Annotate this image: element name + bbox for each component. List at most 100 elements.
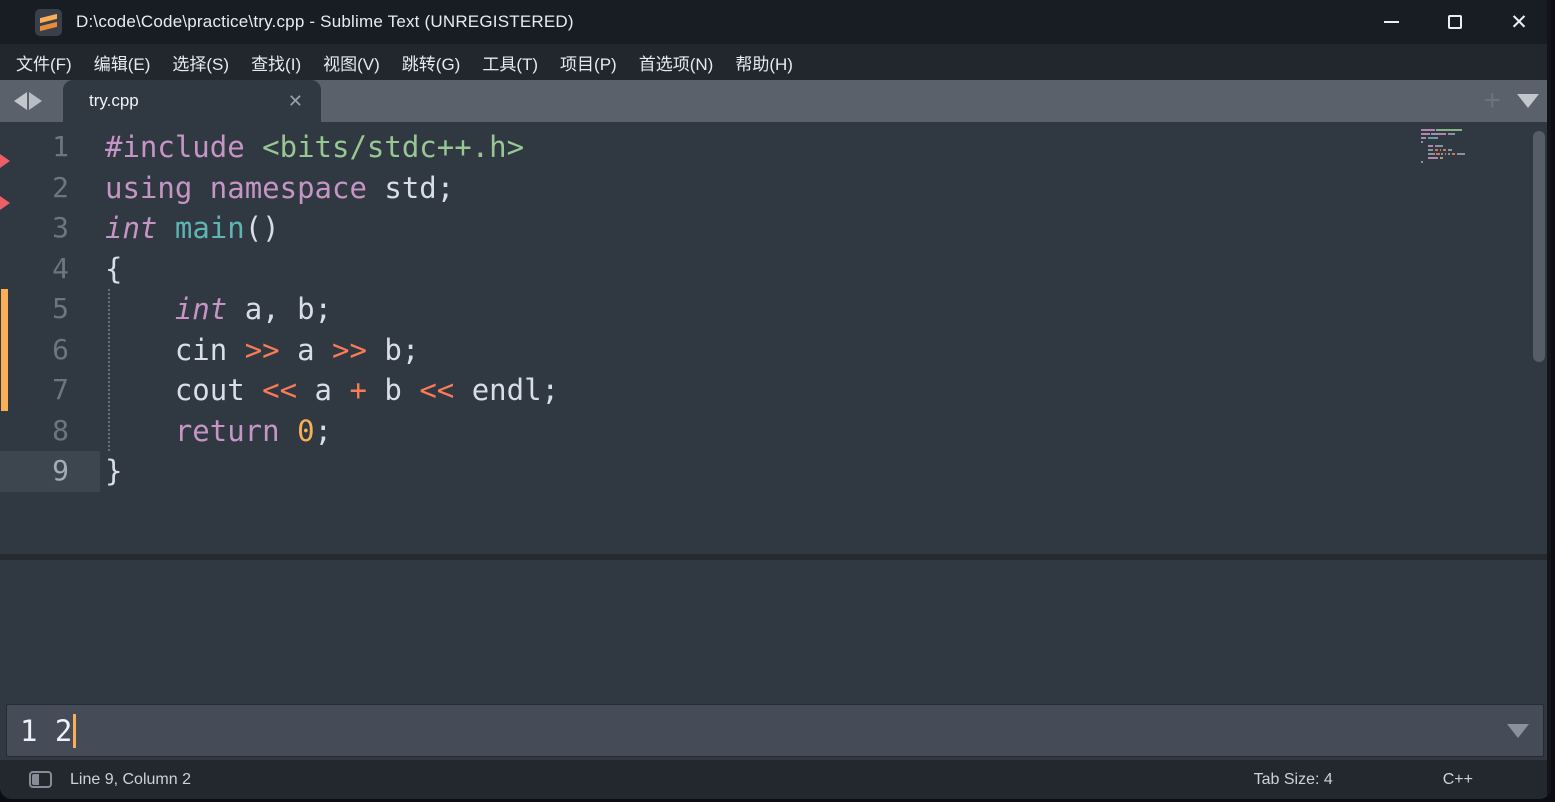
- line-number-4[interactable]: 4: [0, 249, 100, 290]
- code-line-6[interactable]: cin >> a >> b;: [105, 330, 559, 371]
- code-token: {: [105, 251, 123, 286]
- line-number-7[interactable]: 7: [0, 370, 100, 411]
- tab-bar: try.cpp ✕ +: [0, 80, 1551, 122]
- code-token: 0: [297, 413, 315, 448]
- code-line-2[interactable]: using namespace std;: [105, 168, 559, 209]
- code-line-3[interactable]: int main(): [105, 208, 559, 249]
- dropdown-icon[interactable]: [1507, 723, 1529, 738]
- history-back-icon[interactable]: [14, 92, 27, 110]
- line-number-2[interactable]: 2: [0, 168, 100, 209]
- line-number-1[interactable]: 1: [0, 127, 100, 168]
- menu-item-3[interactable]: 查找(I): [240, 45, 312, 80]
- code-line-8[interactable]: return 0;: [105, 411, 559, 452]
- tab-overflow-icon[interactable]: [1517, 94, 1539, 108]
- code-token: endl;: [454, 373, 559, 407]
- code-token: <<: [419, 373, 455, 407]
- code-token: return: [174, 413, 280, 448]
- line-number-5[interactable]: 5: [0, 289, 100, 330]
- minimap[interactable]: [1421, 128, 1475, 164]
- sublime-logo-icon: [35, 8, 62, 36]
- menu-item-2[interactable]: 选择(S): [161, 45, 240, 80]
- line-number-3[interactable]: 3: [0, 208, 100, 249]
- code-token: (): [244, 211, 280, 245]
- menu-item-9[interactable]: 帮助(H): [724, 45, 804, 80]
- code-area[interactable]: #include <bits/stdc++.h> using namespace …: [105, 127, 559, 492]
- text-caret: [73, 713, 77, 748]
- code-token: b: [366, 373, 420, 407]
- sublime-window: D:\code\Code\practice\try.cpp - Sublime …: [0, 0, 1551, 799]
- menu-item-7[interactable]: 项目(P): [549, 45, 628, 80]
- code-line-1[interactable]: #include <bits/stdc++.h>: [105, 127, 559, 168]
- minimize-icon: [1383, 21, 1399, 23]
- window-right-edge: [1547, 0, 1551, 799]
- code-line-9[interactable]: }: [105, 451, 559, 492]
- build-input-field[interactable]: 1 2: [6, 704, 1544, 757]
- menu-item-1[interactable]: 编辑(E): [83, 45, 162, 80]
- sidebar-toggle-icon[interactable]: [29, 771, 52, 788]
- build-input-value: 1 2: [20, 713, 73, 748]
- editor-pane[interactable]: 123456789 #include <bits/stdc++.h> using …: [0, 122, 1551, 554]
- menu-item-6[interactable]: 工具(T): [471, 45, 549, 80]
- window-controls: ✕: [1359, 0, 1551, 44]
- build-output-panel: 1 2: [0, 560, 1551, 760]
- status-syntax[interactable]: C++: [1443, 771, 1473, 789]
- code-token: ;: [314, 413, 333, 448]
- code-token: >>: [332, 332, 367, 367]
- tab-nav: [14, 80, 42, 122]
- status-bar: Line 9, Column 2 Tab Size: 4 C++: [0, 760, 1551, 799]
- code-token: b;: [366, 332, 420, 367]
- menu-item-5[interactable]: 跳转(G): [391, 45, 472, 80]
- code-token: std;: [366, 170, 455, 205]
- code-token: cout: [105, 373, 263, 407]
- tab-actions: +: [1483, 80, 1539, 122]
- status-caret-position: Line 9, Column 2: [70, 770, 191, 788]
- tab-close-icon[interactable]: ✕: [288, 91, 303, 112]
- window-title: D:\code\Code\practice\try.cpp - Sublime …: [76, 12, 574, 31]
- menu-bar: 文件(F) 编辑(E) 选择(S) 查找(I) 视图(V) 跳转(G) 工具(T) 项目(P)…: [0, 44, 1551, 80]
- code-token: using: [105, 170, 193, 205]
- line-number-6[interactable]: 6: [0, 330, 100, 371]
- new-tab-icon[interactable]: +: [1483, 86, 1501, 116]
- code-line-5[interactable]: int a, b;: [105, 289, 559, 330]
- line-number-9[interactable]: 9: [0, 451, 100, 492]
- code-token: a: [279, 332, 332, 367]
- vertical-scrollbar[interactable]: [1533, 131, 1545, 362]
- code-token: int: [174, 292, 228, 326]
- status-right: Tab Size: 4 C++: [1254, 771, 1551, 789]
- code-token: +: [349, 373, 367, 407]
- status-tab-size[interactable]: Tab Size: 4: [1254, 771, 1333, 789]
- tab-label: try.cpp: [89, 91, 139, 110]
- code-token: main: [174, 211, 245, 245]
- maximize-icon: [1448, 15, 1462, 29]
- line-number-8[interactable]: 8: [0, 411, 100, 452]
- menu-item-8[interactable]: 首选项(N): [628, 45, 725, 80]
- history-forward-icon[interactable]: [29, 92, 42, 110]
- code-token: int: [105, 211, 158, 245]
- title-bar: D:\code\Code\practice\try.cpp - Sublime …: [0, 0, 1551, 44]
- minimap-line: [1421, 160, 1475, 164]
- tab-try-cpp[interactable]: try.cpp ✕: [63, 80, 321, 122]
- gutter[interactable]: 123456789: [0, 127, 100, 492]
- code-token: cin: [105, 332, 245, 367]
- menu-item-0[interactable]: 文件(F): [5, 45, 83, 80]
- menu-item-4[interactable]: 视图(V): [312, 45, 391, 80]
- code-token: #include: [105, 130, 245, 164]
- close-button[interactable]: ✕: [1487, 0, 1551, 44]
- code-token: a: [297, 373, 350, 407]
- code-token: namespace: [209, 170, 367, 205]
- code-token: >>: [244, 332, 280, 367]
- maximize-button[interactable]: [1423, 0, 1487, 44]
- code-line-7[interactable]: cout << a + b << endl;: [105, 370, 559, 411]
- code-token: a, b;: [227, 292, 332, 326]
- code-token: }: [105, 454, 123, 488]
- minimize-button[interactable]: [1359, 0, 1423, 44]
- code-token: <<: [262, 373, 298, 407]
- code-token: <bits/stdc++.h>: [262, 130, 525, 164]
- code-line-4[interactable]: {: [105, 249, 559, 290]
